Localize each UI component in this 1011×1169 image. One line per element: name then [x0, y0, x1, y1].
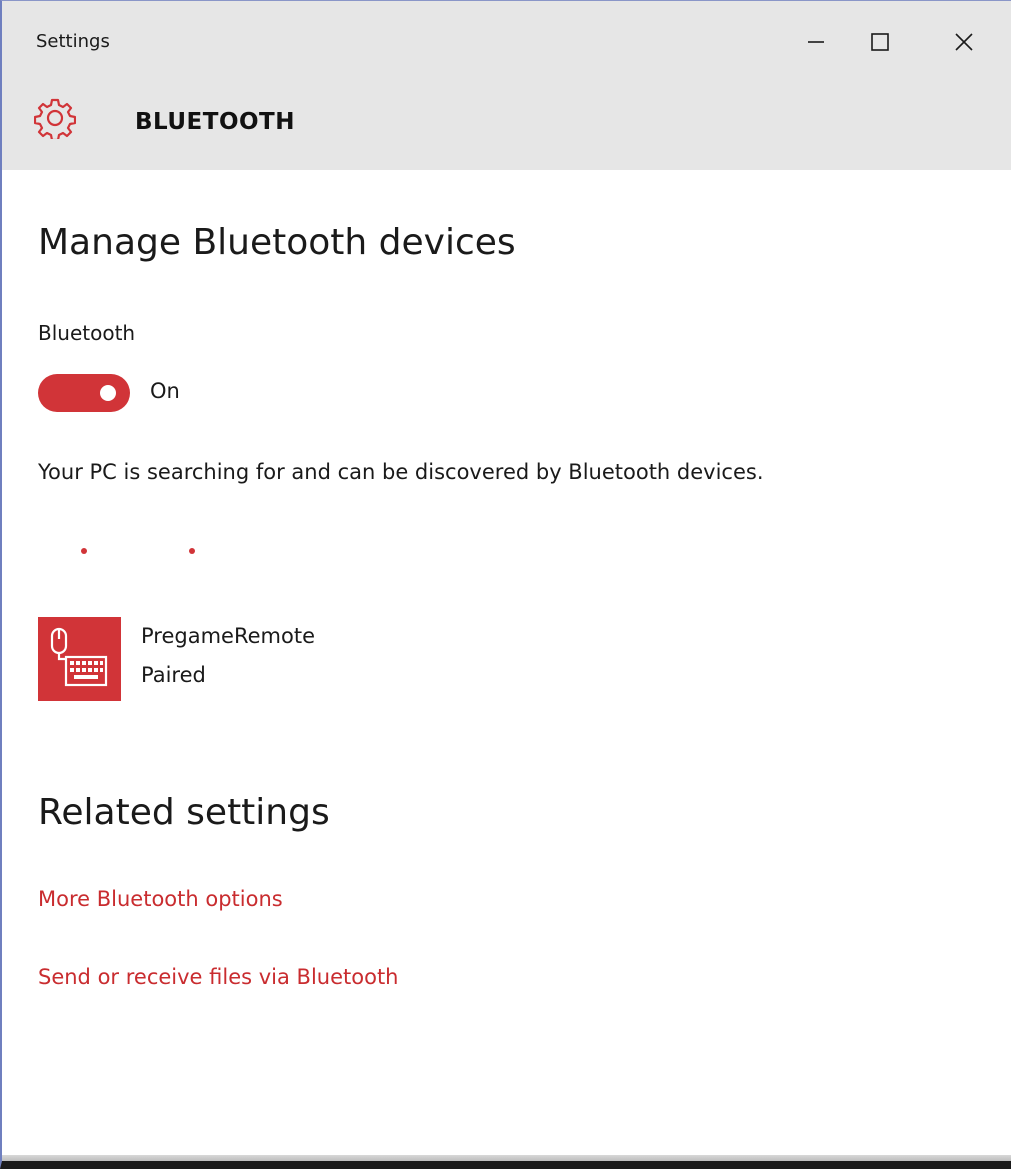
- related-settings-heading: Related settings: [38, 792, 330, 833]
- close-icon: [955, 33, 973, 51]
- mouse-keyboard-icon: [50, 627, 108, 687]
- toggle-state-label: On: [150, 379, 180, 403]
- device-item-pregameremote[interactable]: PregameRemote Paired: [38, 617, 538, 701]
- gear-icon: [34, 98, 76, 139]
- bluetooth-toggle[interactable]: [38, 374, 130, 412]
- device-tile: [38, 617, 121, 701]
- device-status: Paired: [141, 663, 206, 687]
- send-receive-files-link[interactable]: Send or receive files via Bluetooth: [38, 965, 399, 989]
- maximize-button[interactable]: [852, 15, 908, 69]
- title-bar[interactable]: Settings: [2, 1, 1011, 85]
- more-bluetooth-options-link[interactable]: More Bluetooth options: [38, 887, 283, 911]
- searching-progress-dots: [38, 548, 238, 558]
- page-header: BLUETOOTH: [2, 85, 1011, 170]
- window-title: Settings: [36, 31, 110, 52]
- progress-dot: [189, 548, 195, 554]
- page-category-title: BLUETOOTH: [135, 109, 295, 135]
- progress-dot: [81, 548, 87, 554]
- close-button[interactable]: [936, 15, 992, 69]
- device-name: PregameRemote: [141, 624, 315, 648]
- minimize-icon: [808, 41, 824, 43]
- minimize-button[interactable]: [788, 15, 844, 69]
- toggle-knob: [100, 385, 116, 401]
- discovery-status-text: Your PC is searching for and can be disc…: [38, 460, 764, 484]
- maximize-icon: [871, 33, 889, 51]
- settings-window: Settings BLUETOOTH Manage Bluetooth devi…: [0, 0, 1011, 1169]
- page-title: Manage Bluetooth devices: [38, 222, 516, 263]
- bluetooth-label: Bluetooth: [38, 321, 136, 345]
